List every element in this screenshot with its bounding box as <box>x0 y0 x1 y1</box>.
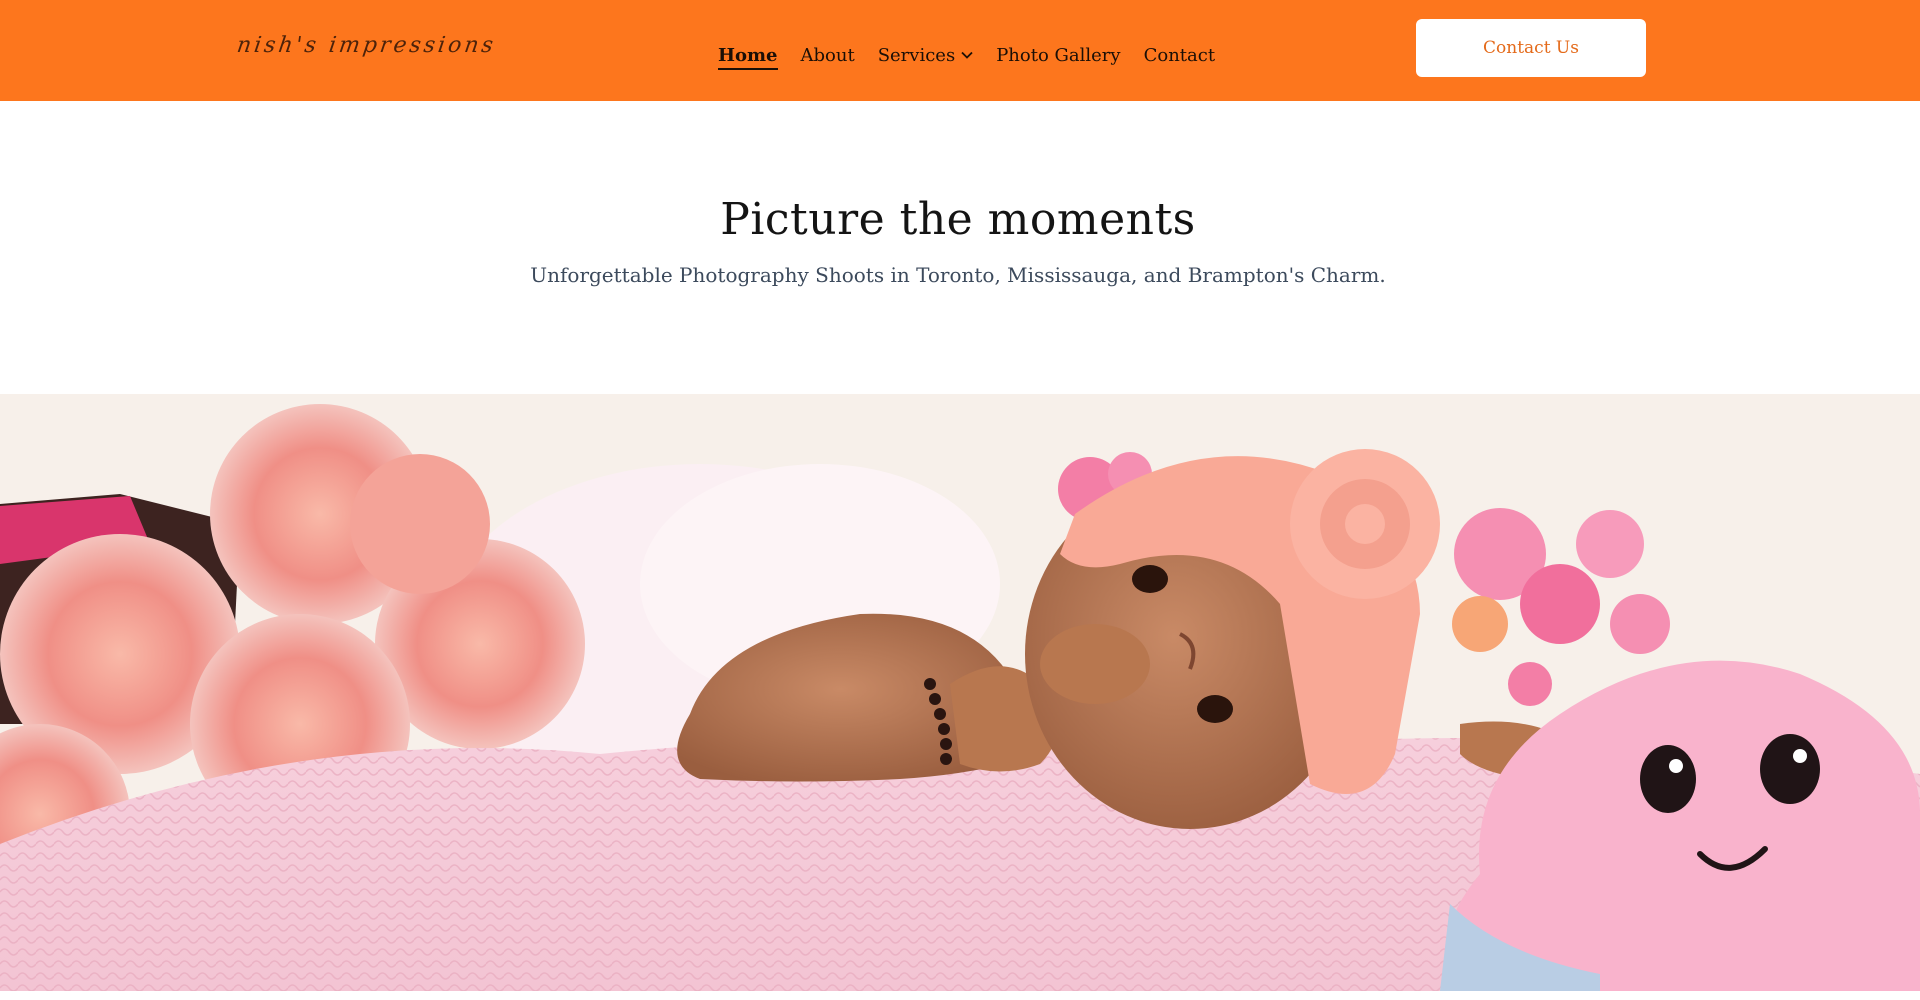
nav-item-services-label: Services <box>877 44 956 66</box>
nav-item-home[interactable]: Home <box>718 40 778 70</box>
chevron-down-icon <box>961 51 973 59</box>
site-header: nish's impressions Home About Services P… <box>0 0 1920 101</box>
nav-item-about[interactable]: About <box>801 40 855 70</box>
hero-illustration <box>0 394 1920 991</box>
contact-us-button[interactable]: Contact Us <box>1416 19 1646 77</box>
hero-title: Picture the moments <box>720 194 1196 245</box>
main-nav: Home About Services Photo Gallery Contac… <box>718 40 1215 70</box>
hero-image-baby-photo <box>0 394 1920 991</box>
nav-item-photo-gallery[interactable]: Photo Gallery <box>996 40 1120 70</box>
hero-subtitle: Unforgettable Photography Shoots in Toro… <box>530 263 1386 287</box>
nav-item-contact[interactable]: Contact <box>1144 40 1215 70</box>
logo-wordmark: nish's impressions <box>235 32 498 58</box>
site-logo[interactable]: nish's impressions <box>227 19 497 71</box>
nav-item-services[interactable]: Services <box>878 40 973 70</box>
